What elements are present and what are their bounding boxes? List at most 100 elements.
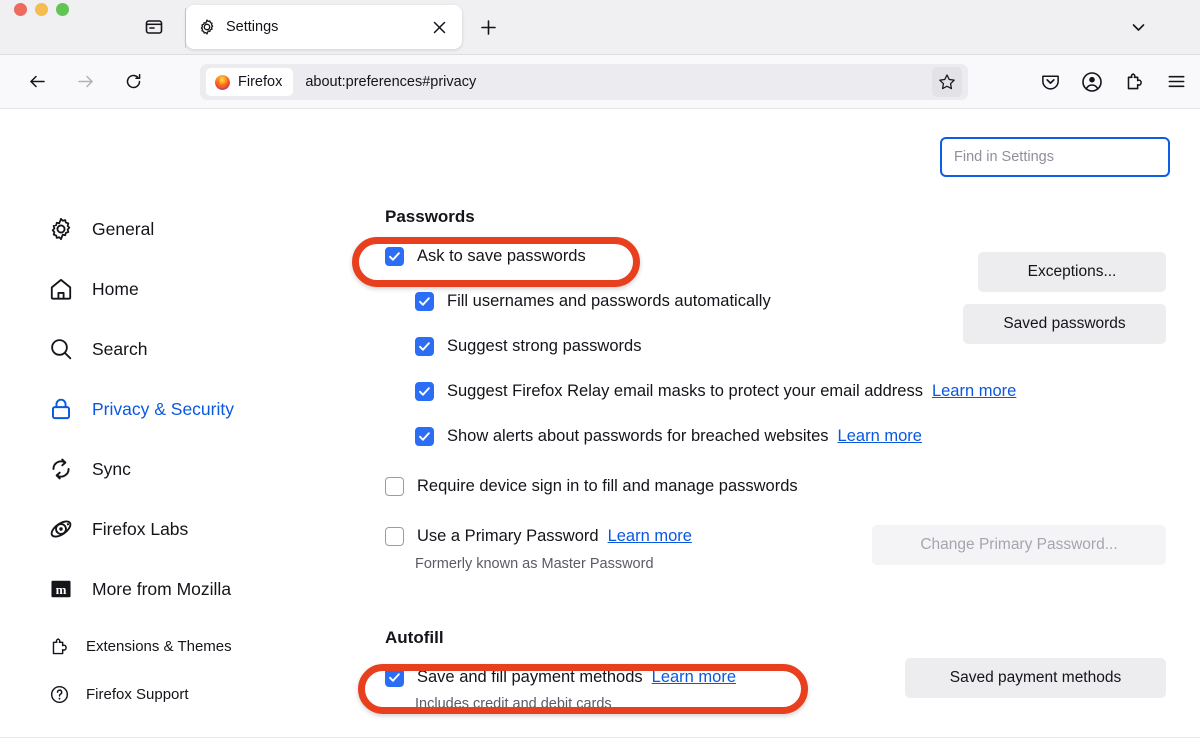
sidebar-icon: [144, 17, 164, 37]
close-window-button[interactable]: [14, 3, 27, 16]
new-tab-button[interactable]: [474, 13, 502, 41]
lock-icon: [46, 396, 76, 422]
sidebar-item-more-from-mozilla[interactable]: m More from Mozilla: [46, 569, 326, 609]
navigation-toolbar: Firefox about:preferences#privacy: [0, 55, 1200, 109]
check-icon: [418, 295, 431, 308]
relay-learn-more-link[interactable]: Learn more: [932, 382, 1016, 401]
change-primary-password-button[interactable]: Change Primary Password...: [872, 525, 1166, 565]
check-icon: [418, 430, 431, 443]
sidebar-item-label: Firefox Support: [86, 686, 189, 703]
home-icon: [46, 276, 76, 302]
payment-methods-label: Save and fill payment methods: [417, 668, 643, 687]
star-icon: [938, 73, 956, 91]
require-device-signin-checkbox[interactable]: [385, 477, 404, 496]
suggest-strong-passwords-label: Suggest strong passwords: [447, 337, 641, 356]
reload-icon: [124, 72, 143, 91]
tab-settings[interactable]: Settings: [186, 5, 462, 49]
sync-icon: [46, 456, 76, 482]
passwords-section-heading: Passwords: [385, 207, 1175, 227]
svg-text:m: m: [56, 582, 67, 597]
account-icon: [1081, 71, 1103, 93]
autofill-section-heading: Autofill: [385, 628, 1175, 648]
gear-icon: [46, 216, 76, 242]
extensions-icon: [46, 636, 72, 657]
breach-alerts-learn-more-link[interactable]: Learn more: [838, 427, 922, 446]
forward-arrow-icon: [76, 72, 95, 91]
gear-icon: [198, 18, 216, 36]
chevron-down-icon: [1130, 19, 1147, 36]
close-icon: [433, 21, 446, 34]
forward-button[interactable]: [68, 65, 102, 99]
sidebar-item-label: Privacy & Security: [92, 399, 234, 420]
list-all-tabs-button[interactable]: [1124, 13, 1152, 41]
primary-password-learn-more-link[interactable]: Learn more: [608, 527, 692, 546]
require-device-signin-label: Require device sign in to fill and manag…: [417, 477, 798, 496]
payment-methods-learn-more-link[interactable]: Learn more: [652, 668, 736, 687]
tab-close-button[interactable]: [428, 16, 450, 38]
breach-alerts-label: Show alerts about passwords for breached…: [447, 427, 829, 446]
mozilla-icon: m: [46, 576, 76, 602]
breach-alerts-row[interactable]: Show alerts about passwords for breached…: [385, 423, 1175, 449]
saved-payment-methods-button[interactable]: Saved payment methods: [905, 658, 1166, 698]
url-text: about:preferences#privacy: [305, 74, 932, 90]
sidebar-item-firefox-support[interactable]: Firefox Support: [46, 677, 326, 711]
reload-button[interactable]: [116, 65, 150, 99]
identity-box[interactable]: Firefox: [206, 68, 293, 96]
ask-to-save-passwords-checkbox[interactable]: [385, 247, 404, 266]
settings-categories: General Home Search: [46, 209, 326, 725]
address-bar[interactable]: Firefox about:preferences#privacy: [200, 64, 968, 100]
primary-password-checkbox[interactable]: [385, 527, 404, 546]
sidebar-item-label: Sync: [92, 459, 131, 480]
check-icon: [418, 340, 431, 353]
exceptions-button[interactable]: Exceptions...: [978, 252, 1166, 292]
tab-title: Settings: [226, 19, 428, 35]
find-in-settings-box[interactable]: [940, 137, 1170, 177]
sidebar-item-label: General: [92, 219, 154, 240]
app-menu-icon: [1166, 71, 1187, 92]
extensions-button[interactable]: [1118, 66, 1150, 98]
check-icon: [418, 385, 431, 398]
bookmark-button[interactable]: [932, 67, 962, 97]
check-icon: [388, 250, 401, 263]
pocket-button[interactable]: [1034, 66, 1066, 98]
sidebar-item-home[interactable]: Home: [46, 269, 326, 309]
account-button[interactable]: [1076, 66, 1108, 98]
payment-methods-checkbox[interactable]: [385, 668, 404, 687]
minimize-window-button[interactable]: [35, 3, 48, 16]
sidebar-item-label: Firefox Labs: [92, 519, 188, 540]
back-button[interactable]: [20, 65, 54, 99]
relay-email-masks-checkbox[interactable]: [415, 382, 434, 401]
maximize-window-button[interactable]: [56, 3, 69, 16]
sidebar-item-firefox-labs[interactable]: Firefox Labs: [46, 509, 326, 549]
search-input[interactable]: [954, 149, 1156, 165]
sidebar-item-extensions-themes[interactable]: Extensions & Themes: [46, 629, 326, 663]
sidebar-item-sync[interactable]: Sync: [46, 449, 326, 489]
atom-icon: [46, 516, 76, 542]
back-arrow-icon: [28, 72, 47, 91]
breach-alerts-checkbox[interactable]: [415, 427, 434, 446]
check-icon: [388, 671, 401, 684]
sidebar-item-privacy-security[interactable]: Privacy & Security: [46, 389, 326, 429]
extensions-icon: [1124, 71, 1145, 92]
suggest-strong-passwords-checkbox[interactable]: [415, 337, 434, 356]
saved-passwords-button[interactable]: Saved passwords: [963, 304, 1166, 344]
relay-email-masks-label: Suggest Firefox Relay email masks to pro…: [447, 382, 923, 401]
sidebar-item-label: More from Mozilla: [92, 579, 231, 600]
sidebar-item-search[interactable]: Search: [46, 329, 326, 369]
primary-password-label: Use a Primary Password: [417, 527, 599, 546]
sidebar-item-label: Home: [92, 279, 139, 300]
relay-email-masks-row[interactable]: Suggest Firefox Relay email masks to pro…: [385, 378, 1175, 404]
settings-page: General Home Search: [0, 109, 1200, 738]
sidebar-toggle-button[interactable]: [140, 13, 168, 41]
sidebar-item-label: Search: [92, 339, 147, 360]
app-menu-button[interactable]: [1160, 66, 1192, 98]
firefox-logo-icon: [214, 74, 231, 91]
identity-label: Firefox: [238, 74, 282, 90]
fill-automatically-checkbox[interactable]: [415, 292, 434, 311]
require-device-signin-row[interactable]: Require device sign in to fill and manag…: [385, 473, 1175, 499]
payment-methods-note: Includes credit and debit cards: [415, 696, 1175, 712]
sidebar-item-general[interactable]: General: [46, 209, 326, 249]
sidebar-item-label: Extensions & Themes: [86, 638, 232, 655]
pocket-icon: [1040, 71, 1061, 92]
ask-to-save-passwords-label: Ask to save passwords: [417, 247, 586, 266]
